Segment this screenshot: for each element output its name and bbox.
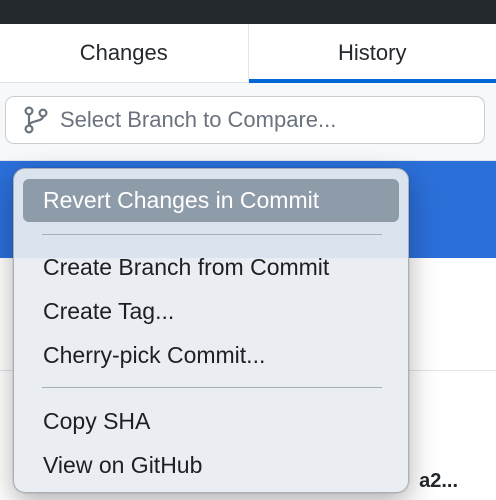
- branch-compare-bar: Select Branch to Compare...: [0, 83, 496, 161]
- tab-changes[interactable]: Changes: [0, 24, 249, 82]
- branch-compare-input[interactable]: Select Branch to Compare...: [5, 96, 485, 144]
- commit-context-menu: Revert Changes in Commit Create Branch f…: [13, 168, 409, 493]
- git-branch-icon: [22, 105, 50, 135]
- menu-item-view-on-github[interactable]: View on GitHub: [23, 444, 399, 487]
- window-titlebar: [0, 0, 496, 24]
- tab-bar: Changes History: [0, 24, 496, 83]
- menu-item-cherry-pick[interactable]: Cherry-pick Commit...: [23, 334, 399, 377]
- menu-item-create-tag[interactable]: Create Tag...: [23, 290, 399, 333]
- menu-separator: [42, 234, 382, 235]
- tab-history[interactable]: History: [248, 24, 496, 83]
- menu-item-create-branch[interactable]: Create Branch from Commit: [23, 246, 399, 289]
- menu-item-copy-sha[interactable]: Copy SHA: [23, 400, 399, 443]
- menu-item-revert-changes[interactable]: Revert Changes in Commit: [23, 179, 399, 222]
- branch-compare-placeholder: Select Branch to Compare...: [60, 107, 337, 132]
- menu-separator: [42, 387, 382, 388]
